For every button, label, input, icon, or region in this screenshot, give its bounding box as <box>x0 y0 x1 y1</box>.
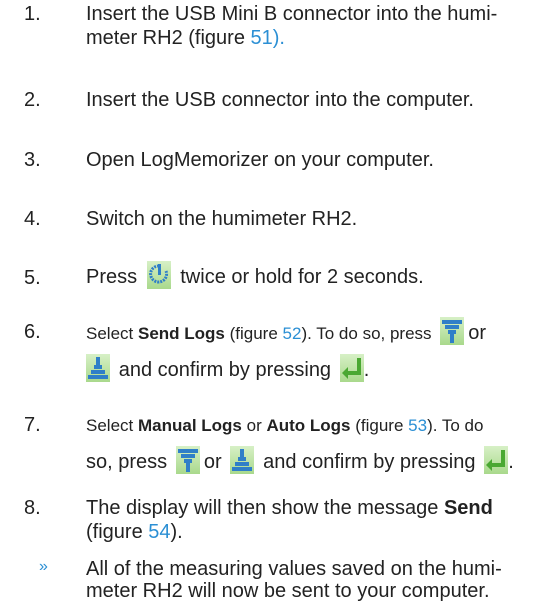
step-text: Switch on the humimeter RH2. <box>86 208 358 230</box>
step-number: 3. <box>24 149 41 171</box>
step-text: Insert the USB Mini B connector into the… <box>86 3 498 49</box>
step-number: 8. <box>24 497 41 519</box>
figure-link[interactable]: 51). <box>251 27 285 49</box>
arrow-up-icon <box>86 354 110 382</box>
power-icon <box>147 261 171 289</box>
arrow-up-icon <box>230 446 254 474</box>
result-text: All of the measuring values saved on the… <box>86 558 502 602</box>
step-text: Insert the USB connector into the comput… <box>86 89 474 111</box>
step-number: 5. <box>24 267 41 289</box>
step-text: Open LogMemorizer on your computer. <box>86 149 434 171</box>
enter-icon <box>340 354 364 382</box>
arrow-down-icon <box>440 317 464 345</box>
step-number: 7. <box>24 414 41 436</box>
figure-link[interactable]: 54 <box>148 521 170 543</box>
arrow-down-icon <box>176 446 200 474</box>
step-text: The display will then show the message S… <box>86 497 493 543</box>
step-number: 4. <box>24 208 41 230</box>
step-number: 1. <box>24 3 41 25</box>
result-bullet: » <box>39 558 48 575</box>
step-text: Select Send Logs (figure 52). To do so, … <box>86 315 541 389</box>
step-text: Press twice or hold for 2 seconds. <box>86 260 541 294</box>
enter-icon <box>484 446 508 474</box>
figure-link[interactable]: 52 <box>283 324 302 343</box>
step-number: 2. <box>24 89 41 111</box>
step-number: 6. <box>24 321 41 343</box>
figure-link[interactable]: 53 <box>408 416 427 435</box>
step-text: Select Manual Logs or Auto Logs (figure … <box>86 416 514 474</box>
